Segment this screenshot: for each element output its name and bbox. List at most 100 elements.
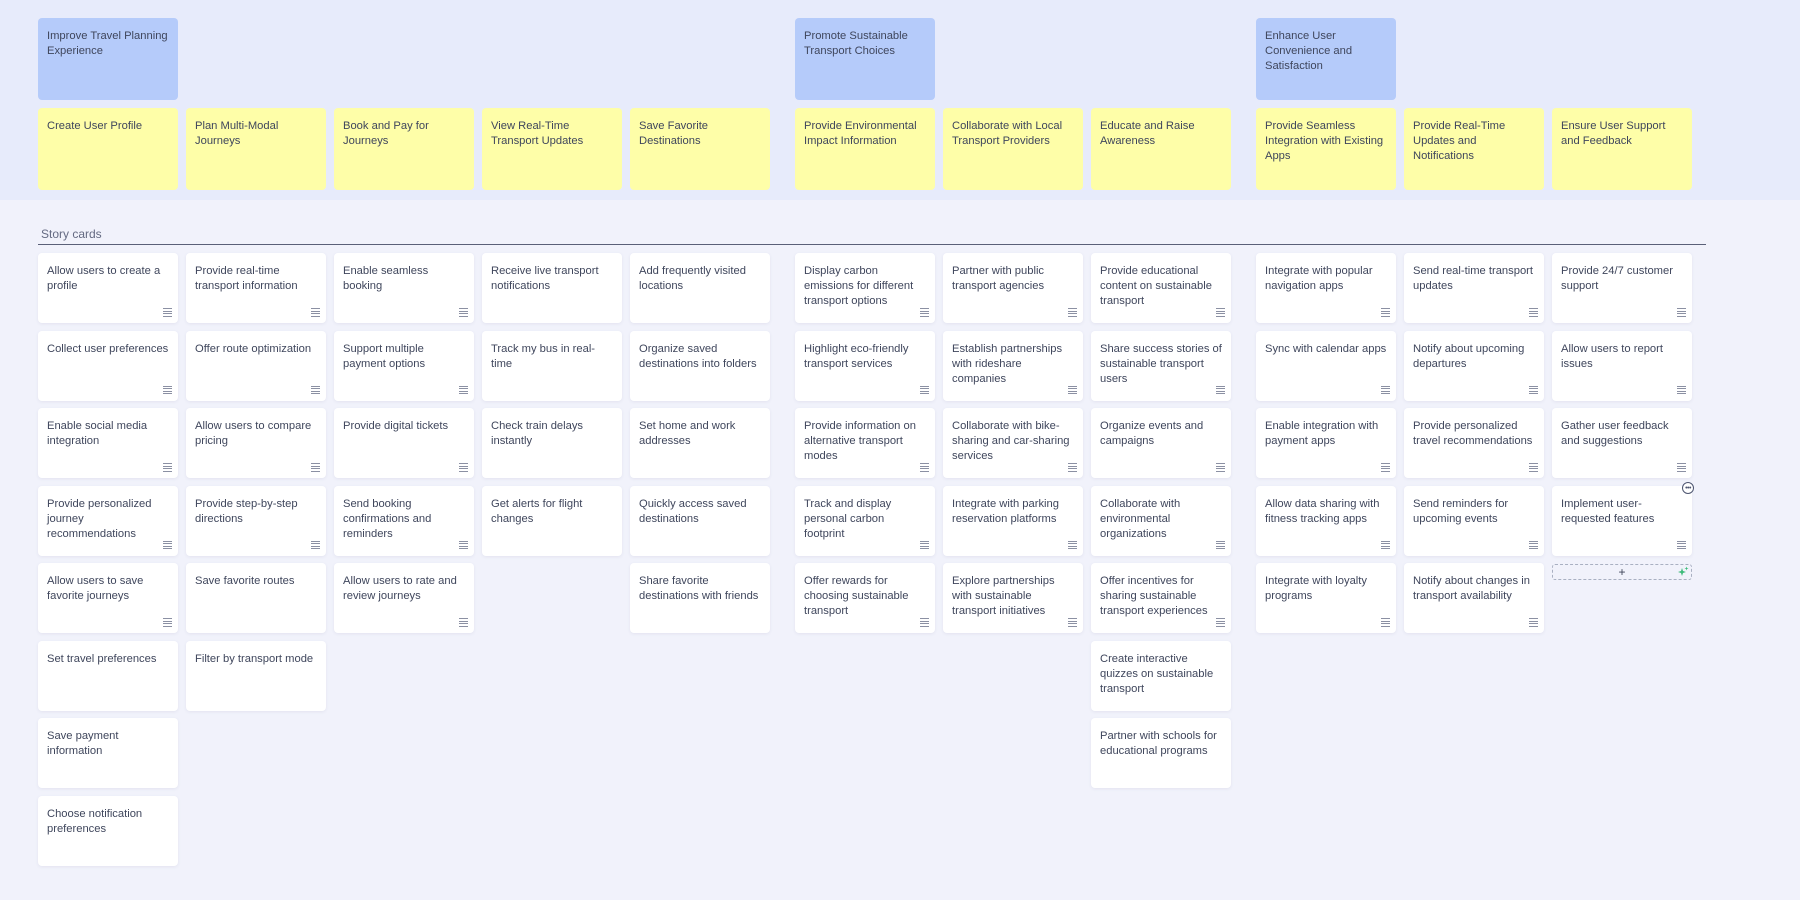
- drag-handle-icon[interactable]: [459, 463, 468, 472]
- activity-card[interactable]: Provide Real-Time Updates and Notificati…: [1404, 108, 1544, 190]
- story-card[interactable]: Collaborate with bike-sharing and car-sh…: [943, 408, 1083, 478]
- drag-handle-icon[interactable]: [1381, 463, 1390, 472]
- story-card[interactable]: Offer incentives for sharing sustainable…: [1091, 563, 1231, 633]
- story-card[interactable]: Collect user preferences: [38, 330, 178, 401]
- drag-handle-icon[interactable]: [1529, 463, 1538, 472]
- drag-handle-icon[interactable]: [920, 308, 929, 317]
- story-card[interactable]: Provide personalized travel recommendati…: [1404, 408, 1544, 478]
- activity-card[interactable]: Collaborate with Local Transport Provide…: [943, 108, 1083, 190]
- story-card[interactable]: Allow users to compare pricing: [186, 408, 326, 478]
- story-card[interactable]: Send real-time transport updates: [1404, 253, 1544, 323]
- drag-handle-icon[interactable]: [1068, 385, 1077, 395]
- story-card[interactable]: Allow users to report issues: [1552, 330, 1692, 401]
- story-card[interactable]: Support multiple payment options: [334, 330, 474, 401]
- drag-handle-icon[interactable]: [1529, 308, 1538, 317]
- drag-handle-icon[interactable]: [459, 308, 468, 317]
- add-story-button[interactable]: +: [1552, 564, 1692, 580]
- drag-handle-icon[interactable]: [1216, 308, 1225, 317]
- drag-handle-icon[interactable]: [311, 463, 320, 472]
- goal-card[interactable]: Promote Sustainable Transport Choices: [795, 18, 935, 100]
- drag-handle-icon[interactable]: [311, 308, 320, 317]
- story-card[interactable]: Highlight eco-friendly transport service…: [795, 330, 935, 401]
- drag-handle-icon[interactable]: [1216, 540, 1225, 550]
- drag-handle-icon[interactable]: [163, 308, 172, 317]
- story-card[interactable]: Sync with calendar apps: [1256, 330, 1396, 401]
- story-card[interactable]: Offer rewards for choosing sustainable t…: [795, 563, 935, 633]
- story-card[interactable]: Create interactive quizzes on sustainabl…: [1091, 640, 1231, 711]
- drag-handle-icon[interactable]: [1677, 540, 1686, 550]
- drag-handle-icon[interactable]: [1529, 540, 1538, 550]
- drag-handle-icon[interactable]: [1381, 540, 1390, 550]
- story-card[interactable]: Provide digital tickets: [334, 408, 474, 478]
- drag-handle-icon[interactable]: [1068, 308, 1077, 317]
- story-card[interactable]: Filter by transport mode: [186, 640, 326, 711]
- story-card[interactable]: Collaborate with environmental organizat…: [1091, 485, 1231, 556]
- story-card[interactable]: Provide real-time transport information: [186, 253, 326, 323]
- drag-handle-icon[interactable]: [1216, 618, 1225, 627]
- story-card[interactable]: Allow users to create a profile: [38, 253, 178, 323]
- story-card[interactable]: Share favorite destinations with friends: [630, 563, 770, 633]
- more-options-icon[interactable]: •••: [1682, 482, 1694, 494]
- activity-card[interactable]: Provide Environmental Impact Information: [795, 108, 935, 190]
- story-card[interactable]: Notify about changes in transport availa…: [1404, 563, 1544, 633]
- story-card[interactable]: Set home and work addresses: [630, 408, 770, 478]
- activity-card[interactable]: Plan Multi-Modal Journeys: [186, 108, 326, 190]
- goal-card[interactable]: Improve Travel Planning Experience: [38, 18, 178, 100]
- story-card[interactable]: Enable integration with payment apps: [1256, 408, 1396, 478]
- drag-handle-icon[interactable]: [1677, 385, 1686, 395]
- drag-handle-icon[interactable]: [1677, 463, 1686, 472]
- story-card[interactable]: Track and display personal carbon footpr…: [795, 485, 935, 556]
- drag-handle-icon[interactable]: [163, 618, 172, 627]
- drag-handle-icon[interactable]: [1529, 618, 1538, 627]
- drag-handle-icon[interactable]: [1381, 618, 1390, 627]
- story-card[interactable]: Track my bus in real-time: [482, 330, 622, 401]
- story-card[interactable]: Check train delays instantly: [482, 408, 622, 478]
- drag-handle-icon[interactable]: [459, 618, 468, 627]
- drag-handle-icon[interactable]: [1529, 385, 1538, 395]
- story-card[interactable]: Add frequently visited locations: [630, 253, 770, 323]
- story-card[interactable]: Provide personalized journey recommendat…: [38, 485, 178, 556]
- activity-card[interactable]: Ensure User Support and Feedback: [1552, 108, 1692, 190]
- story-card[interactable]: Partner with schools for educational pro…: [1091, 718, 1231, 788]
- drag-handle-icon[interactable]: [1677, 308, 1686, 317]
- drag-handle-icon[interactable]: [1381, 308, 1390, 317]
- story-card[interactable]: Receive live transport notifications: [482, 253, 622, 323]
- story-card[interactable]: Integrate with popular navigation apps: [1256, 253, 1396, 323]
- story-card[interactable]: Notify about upcoming departures: [1404, 330, 1544, 401]
- story-card[interactable]: Quickly access saved destinations: [630, 485, 770, 556]
- story-card[interactable]: Provide educational content on sustainab…: [1091, 253, 1231, 323]
- story-card[interactable]: Display carbon emissions for different t…: [795, 253, 935, 323]
- drag-handle-icon[interactable]: [920, 463, 929, 472]
- drag-handle-icon[interactable]: [311, 540, 320, 550]
- story-card[interactable]: Send booking confirmations and reminders: [334, 485, 474, 556]
- ai-sparkle-icon[interactable]: [1677, 566, 1689, 578]
- drag-handle-icon[interactable]: [1068, 618, 1077, 627]
- drag-handle-icon[interactable]: [1216, 463, 1225, 472]
- story-card[interactable]: Integrate with parking reservation platf…: [943, 485, 1083, 556]
- drag-handle-icon[interactable]: [311, 385, 320, 395]
- story-card[interactable]: Save favorite routes: [186, 563, 326, 633]
- drag-handle-icon[interactable]: [163, 540, 172, 550]
- drag-handle-icon[interactable]: [1068, 540, 1077, 550]
- story-card[interactable]: Gather user feedback and suggestions: [1552, 408, 1692, 478]
- story-card[interactable]: Get alerts for flight changes: [482, 485, 622, 556]
- story-card[interactable]: Explore partnerships with sustainable tr…: [943, 563, 1083, 633]
- story-card[interactable]: Allow users to rate and review journeys: [334, 563, 474, 633]
- drag-handle-icon[interactable]: [920, 618, 929, 627]
- activity-card[interactable]: Save Favorite Destinations: [630, 108, 770, 190]
- story-card[interactable]: Establish partnerships with rideshare co…: [943, 330, 1083, 401]
- story-card[interactable]: Integrate with loyalty programs: [1256, 563, 1396, 633]
- story-card[interactable]: Set travel preferences: [38, 640, 178, 711]
- story-card[interactable]: Send reminders for upcoming events: [1404, 485, 1544, 556]
- story-card[interactable]: Organize saved destinations into folders: [630, 330, 770, 401]
- drag-handle-icon[interactable]: [920, 540, 929, 550]
- drag-handle-icon[interactable]: [163, 385, 172, 395]
- activity-card[interactable]: Provide Seamless Integration with Existi…: [1256, 108, 1396, 190]
- story-card[interactable]: Choose notification preferences: [38, 795, 178, 866]
- drag-handle-icon[interactable]: [1068, 463, 1077, 472]
- story-card[interactable]: Offer route optimization: [186, 330, 326, 401]
- story-card[interactable]: Allow data sharing with fitness tracking…: [1256, 485, 1396, 556]
- story-card[interactable]: Provide information on alternative trans…: [795, 408, 935, 478]
- drag-handle-icon[interactable]: [1381, 385, 1390, 395]
- drag-handle-icon[interactable]: [1216, 385, 1225, 395]
